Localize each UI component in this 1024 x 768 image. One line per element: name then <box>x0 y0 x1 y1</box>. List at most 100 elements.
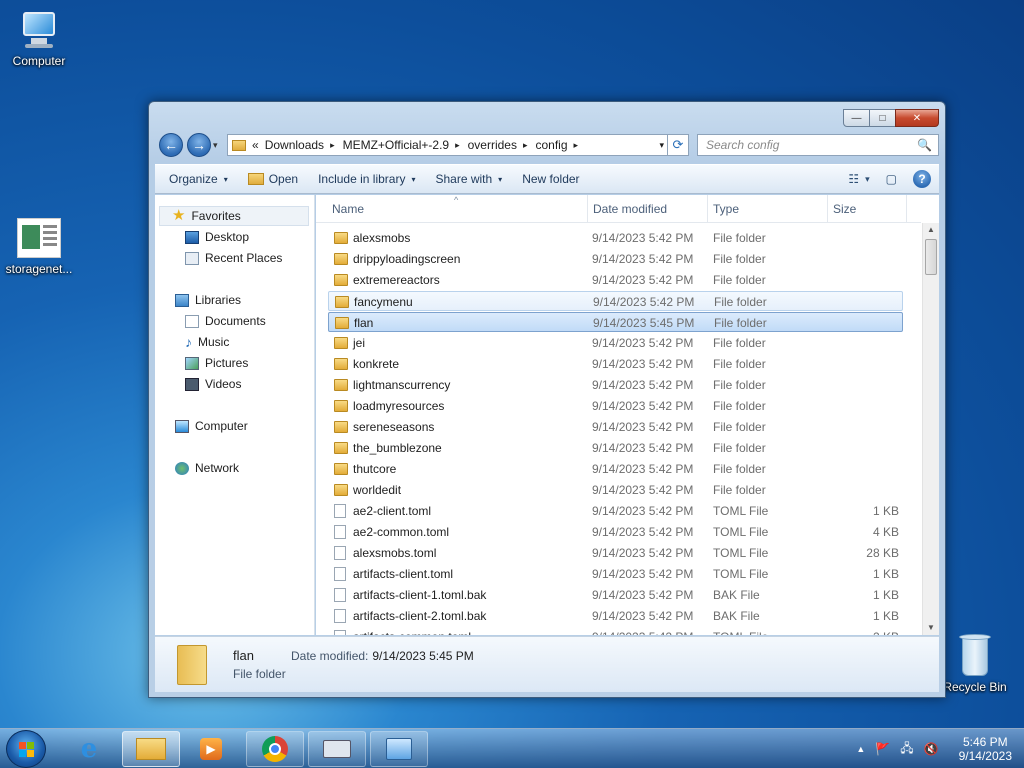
folder-row[interactable]: the_bumblezone 9/14/2023 5:42 PM File fold… <box>328 438 903 458</box>
file-row[interactable]: artifacts-client.toml 9/14/2023 5:42 PM TO… <box>328 564 903 584</box>
minimize-button[interactable]: — <box>843 109 870 127</box>
file-row[interactable]: artifacts-client-1.toml.bak 9/14/2023 5:4… <box>328 585 903 605</box>
taskbar-internet-explorer[interactable]: e <box>60 731 118 767</box>
scroll-up-icon[interactable]: ▲ <box>923 223 939 237</box>
show-hidden-icons-icon[interactable]: ▲ <box>856 744 865 754</box>
nav-network[interactable]: Network <box>175 458 239 478</box>
start-button[interactable] <box>6 730 46 768</box>
file-date-modified: 9/14/2023 5:42 PM <box>592 462 694 476</box>
breadcrumb-separator-icon[interactable]: ▸ <box>523 140 528 151</box>
refresh-button[interactable]: ⟳ <box>667 134 689 156</box>
folder-row[interactable]: thutcore 9/14/2023 5:42 PM File folder <box>328 459 903 479</box>
share-with-button[interactable]: Share with ▾ <box>435 172 502 186</box>
sort-arrow-icon: ^ <box>454 195 459 205</box>
star-icon: ★ <box>172 207 186 224</box>
folder-row[interactable]: lightmanscurrency 9/14/2023 5:42 PM File f… <box>328 375 903 395</box>
nav-desktop[interactable]: Desktop <box>185 227 249 247</box>
desktop-storagenet-icon[interactable]: storagenet... <box>0 218 78 276</box>
nav-documents[interactable]: Documents <box>185 311 266 331</box>
file-icon <box>334 504 346 518</box>
file-icon <box>334 630 346 635</box>
chevron-down-icon: ▾ <box>223 174 228 184</box>
system-tray: ▲ 🚩 🖧 🔇 5:46 PM 9/14/2023 <box>856 735 1012 763</box>
organize-button[interactable]: Organize ▾ <box>169 172 228 186</box>
change-view-icon[interactable]: ☷ <box>848 172 859 186</box>
file-row[interactable]: artifacts-common.toml 9/14/2023 5:42 PM TO… <box>328 627 903 635</box>
column-name[interactable]: Name <box>332 202 364 216</box>
clock[interactable]: 5:46 PM 9/14/2023 <box>959 735 1012 763</box>
file-name: extremereactors <box>353 273 440 287</box>
file-size: 1 KB <box>872 588 899 602</box>
taskbar-windows-explorer[interactable] <box>122 731 180 767</box>
file-date-modified: 9/14/2023 5:42 PM <box>592 567 694 581</box>
folder-row[interactable]: fancymenu 9/14/2023 5:42 PM File folder <box>328 291 903 311</box>
address-bar[interactable]: « Downloads ▸ MEMZ+Official+-2.9 ▸ overr… <box>227 134 687 156</box>
nav-videos[interactable]: Videos <box>185 374 241 394</box>
include-in-library-button[interactable]: Include in library ▾ <box>318 172 415 186</box>
nav-favorites[interactable]: ★ Favorites <box>159 206 309 226</box>
close-button[interactable]: ✕ <box>895 109 939 127</box>
open-button[interactable]: Open <box>247 172 298 186</box>
breadcrumb-overrides[interactable]: overrides <box>468 138 517 152</box>
breadcrumb-separator-icon[interactable]: ▸ <box>330 140 335 151</box>
folder-icon <box>334 484 348 496</box>
file-row[interactable]: artifacts-client-2.toml.bak 9/14/2023 5:4… <box>328 606 903 626</box>
folder-row[interactable]: flan 9/14/2023 5:45 PM File folder <box>328 312 903 332</box>
column-date-modified[interactable]: Date modified <box>593 202 667 216</box>
desktop-computer-icon[interactable]: Computer <box>0 10 78 68</box>
breadcrumb-separator-icon[interactable]: ▸ <box>574 140 579 151</box>
volume-muted-icon[interactable]: 🔇 <box>924 742 939 756</box>
taskbar-on-screen-keyboard[interactable] <box>308 731 366 767</box>
window-controls: — □ ✕ <box>843 109 939 127</box>
folder-row[interactable]: sereneseasons 9/14/2023 5:42 PM File folde… <box>328 417 903 437</box>
recent-places-icon <box>185 251 199 265</box>
breadcrumb-separator-icon[interactable]: ▸ <box>455 140 460 151</box>
file-type: File folder <box>713 483 766 497</box>
file-name: konkrete <box>353 357 400 371</box>
file-row[interactable]: alexsmobs.toml 9/14/2023 5:42 PM TOML File… <box>328 543 903 563</box>
help-icon[interactable]: ? <box>913 170 931 188</box>
folder-row[interactable]: loadmyresources 9/14/2023 5:42 PM File fol… <box>328 396 903 416</box>
taskbar-control-panel[interactable] <box>370 731 428 767</box>
folder-row[interactable]: worldedit 9/14/2023 5:42 PM File folder <box>328 480 903 500</box>
back-button[interactable]: ← <box>159 133 183 157</box>
nav-pictures[interactable]: Pictures <box>185 353 248 373</box>
action-center-icon[interactable]: 🚩 <box>875 742 890 756</box>
file-row[interactable]: ae2-client.toml 9/14/2023 5:42 PM TOML Fil… <box>328 501 903 521</box>
maximize-button[interactable]: □ <box>869 109 896 127</box>
folder-row[interactable]: alexsmobs 9/14/2023 5:42 PM File folder <box>328 228 903 248</box>
forward-button[interactable]: → <box>187 133 211 157</box>
column-size[interactable]: Size <box>833 202 856 216</box>
file-list: Name ^ Date modified Type Size alexsmobs… <box>316 195 939 635</box>
folder-icon <box>334 463 348 475</box>
recent-pages-dropdown[interactable]: ▾ <box>213 140 218 151</box>
breadcrumb-downloads[interactable]: Downloads <box>265 138 324 152</box>
chevron-down-icon[interactable]: ▾ <box>865 174 870 185</box>
nav-recent-places[interactable]: Recent Places <box>185 248 282 268</box>
file-row[interactable]: ae2-common.toml 9/14/2023 5:42 PM TOML Fil… <box>328 522 903 542</box>
desktop-recycle-bin-icon[interactable]: Recycle Bin <box>936 632 1014 694</box>
scroll-thumb[interactable] <box>925 239 937 275</box>
folder-row[interactable]: konkrete 9/14/2023 5:42 PM File folder <box>328 354 903 374</box>
vertical-scrollbar[interactable]: ▲ ▼ <box>922 223 939 635</box>
preview-pane-icon[interactable]: ▢ <box>886 172 897 186</box>
column-type[interactable]: Type <box>713 202 739 216</box>
nav-computer[interactable]: Computer <box>175 416 248 436</box>
folder-row[interactable]: extremereactors 9/14/2023 5:42 PM File fol… <box>328 270 903 290</box>
address-dropdown-icon[interactable]: ▾ <box>659 140 664 151</box>
breadcrumb-memz[interactable]: MEMZ+Official+-2.9 <box>343 138 449 152</box>
nav-music[interactable]: ♪ Music <box>185 332 229 352</box>
nav-libraries[interactable]: Libraries <box>175 290 241 310</box>
search-input[interactable]: Search config 🔍 <box>697 134 939 156</box>
network-status-icon[interactable]: 🖧 <box>900 739 913 760</box>
file-type: File folder <box>713 336 766 350</box>
new-folder-button[interactable]: New folder <box>522 172 579 186</box>
scroll-down-icon[interactable]: ▼ <box>923 621 939 635</box>
folder-row[interactable]: jei 9/14/2023 5:42 PM File folder <box>328 333 903 353</box>
taskbar-media-player[interactable]: ▶ <box>182 731 240 767</box>
taskbar-chrome[interactable] <box>246 731 304 767</box>
folder-row[interactable]: drippyloadingscreen 9/14/2023 5:42 PM File… <box>328 249 903 269</box>
breadcrumb-config[interactable]: config <box>536 138 568 152</box>
search-icon[interactable]: 🔍 <box>917 138 932 152</box>
breadcrumb-overflow[interactable]: « <box>252 138 259 152</box>
